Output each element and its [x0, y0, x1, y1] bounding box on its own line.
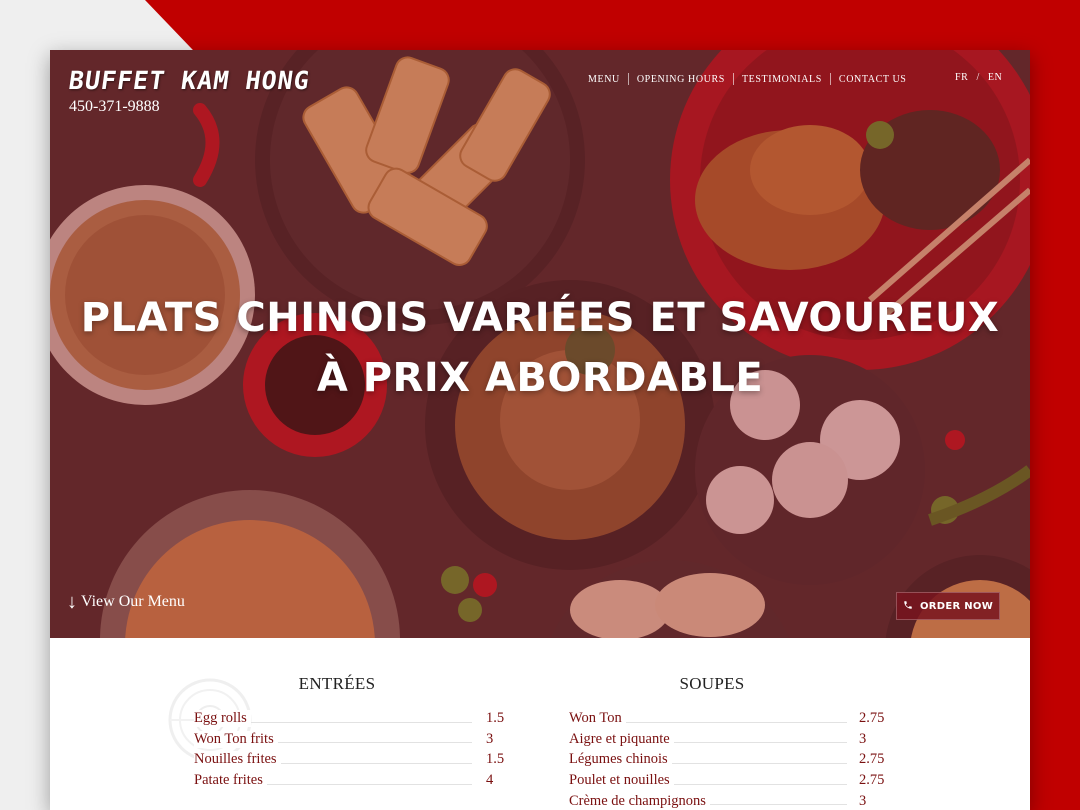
list-item: Patate frites 4 [194, 770, 493, 791]
item-name: Egg rolls [194, 709, 251, 727]
headline-line-1: PLATS CHINOIS VARIÉES ET SAVOUREUX [80, 295, 1000, 341]
item-price: 4 [486, 771, 494, 788]
item-name: Crème de champignons [569, 792, 710, 810]
item-name: Won Ton [569, 709, 626, 727]
nav-separator [627, 73, 629, 85]
hero-headline: PLATS CHINOIS VARIÉES ET SAVOUREUX À PRI… [50, 288, 1030, 408]
list-item: Légumes chinois 2.75 [569, 749, 884, 770]
item-name: Poulet et nouilles [569, 771, 674, 789]
nav-menu[interactable]: MENU [588, 74, 620, 85]
hero-section: BUFFET KAM HONG 450-371-9888 MENU OPENIN… [50, 50, 1030, 638]
item-price: 1.5 [486, 751, 505, 768]
website-preview: BUFFET KAM HONG 450-371-9888 MENU OPENIN… [50, 50, 1030, 810]
item-price: 3 [486, 730, 494, 747]
list-item: Egg rolls 1.5 [194, 708, 504, 729]
lang-fr[interactable]: FR [955, 72, 968, 83]
item-name: Légumes chinois [569, 751, 672, 769]
item-name: Won Ton frits [194, 730, 278, 748]
phone-icon [903, 600, 913, 613]
order-now-label: ORDER NOW [919, 600, 994, 612]
language-switcher: FR / EN [955, 72, 1002, 83]
list-item: Aigre et piquante 3 [569, 729, 866, 750]
item-price: 3 [859, 730, 867, 747]
item-price: 2.75 [859, 709, 885, 726]
soupes-title: SOUPES [679, 674, 745, 693]
item-price: 1.5 [486, 709, 505, 726]
item-price: 2.75 [859, 771, 885, 788]
item-price: 3 [859, 792, 867, 809]
menu-section: ENTRÉES Egg rolls 1.5 Won Ton frits 3 No… [50, 638, 1030, 810]
phone-number[interactable]: 450-371-9888 [69, 98, 160, 116]
list-item: Won Ton 2.75 [569, 708, 884, 729]
view-menu-label: View Our Menu [81, 593, 185, 610]
nav-contact-us[interactable]: CONTACT US [839, 74, 907, 85]
item-name: Aigre et piquante [569, 730, 674, 748]
item-name: Patate frites [194, 771, 267, 789]
brand-logo[interactable]: BUFFET KAM HONG [67, 66, 312, 95]
nav-separator [732, 73, 734, 85]
view-menu-link[interactable]: ↓ View Our Menu [67, 592, 185, 612]
item-price: 2.75 [859, 751, 885, 768]
list-item: Nouilles frites 1.5 [194, 749, 504, 770]
main-nav: MENU OPENING HOURS TESTIMONIALS CONTACT … [588, 72, 906, 86]
list-item: Poulet et nouilles 2.75 [569, 770, 884, 791]
list-item: Crème de champignons 3 [569, 791, 866, 810]
lang-en[interactable]: EN [988, 72, 1003, 83]
nav-opening-hours[interactable]: OPENING HOURS [637, 74, 725, 85]
list-item: Won Ton frits 3 [194, 729, 493, 750]
lang-separator: / [976, 72, 980, 83]
entrees-title: ENTRÉES [298, 674, 376, 693]
order-now-button[interactable]: ORDER NOW [896, 592, 1000, 620]
arrow-down-icon: ↓ [67, 591, 77, 613]
nav-separator [829, 73, 831, 85]
entrees-list: Egg rolls 1.5 Won Ton frits 3 Nouilles f… [194, 708, 504, 791]
headline-line-2: À PRIX ABORDABLE [316, 355, 764, 401]
item-name: Nouilles frites [194, 751, 281, 769]
nav-testimonials[interactable]: TESTIMONIALS [742, 74, 822, 85]
soupes-list: Won Ton 2.75 Aigre et piquante 3 Légumes… [569, 708, 884, 810]
